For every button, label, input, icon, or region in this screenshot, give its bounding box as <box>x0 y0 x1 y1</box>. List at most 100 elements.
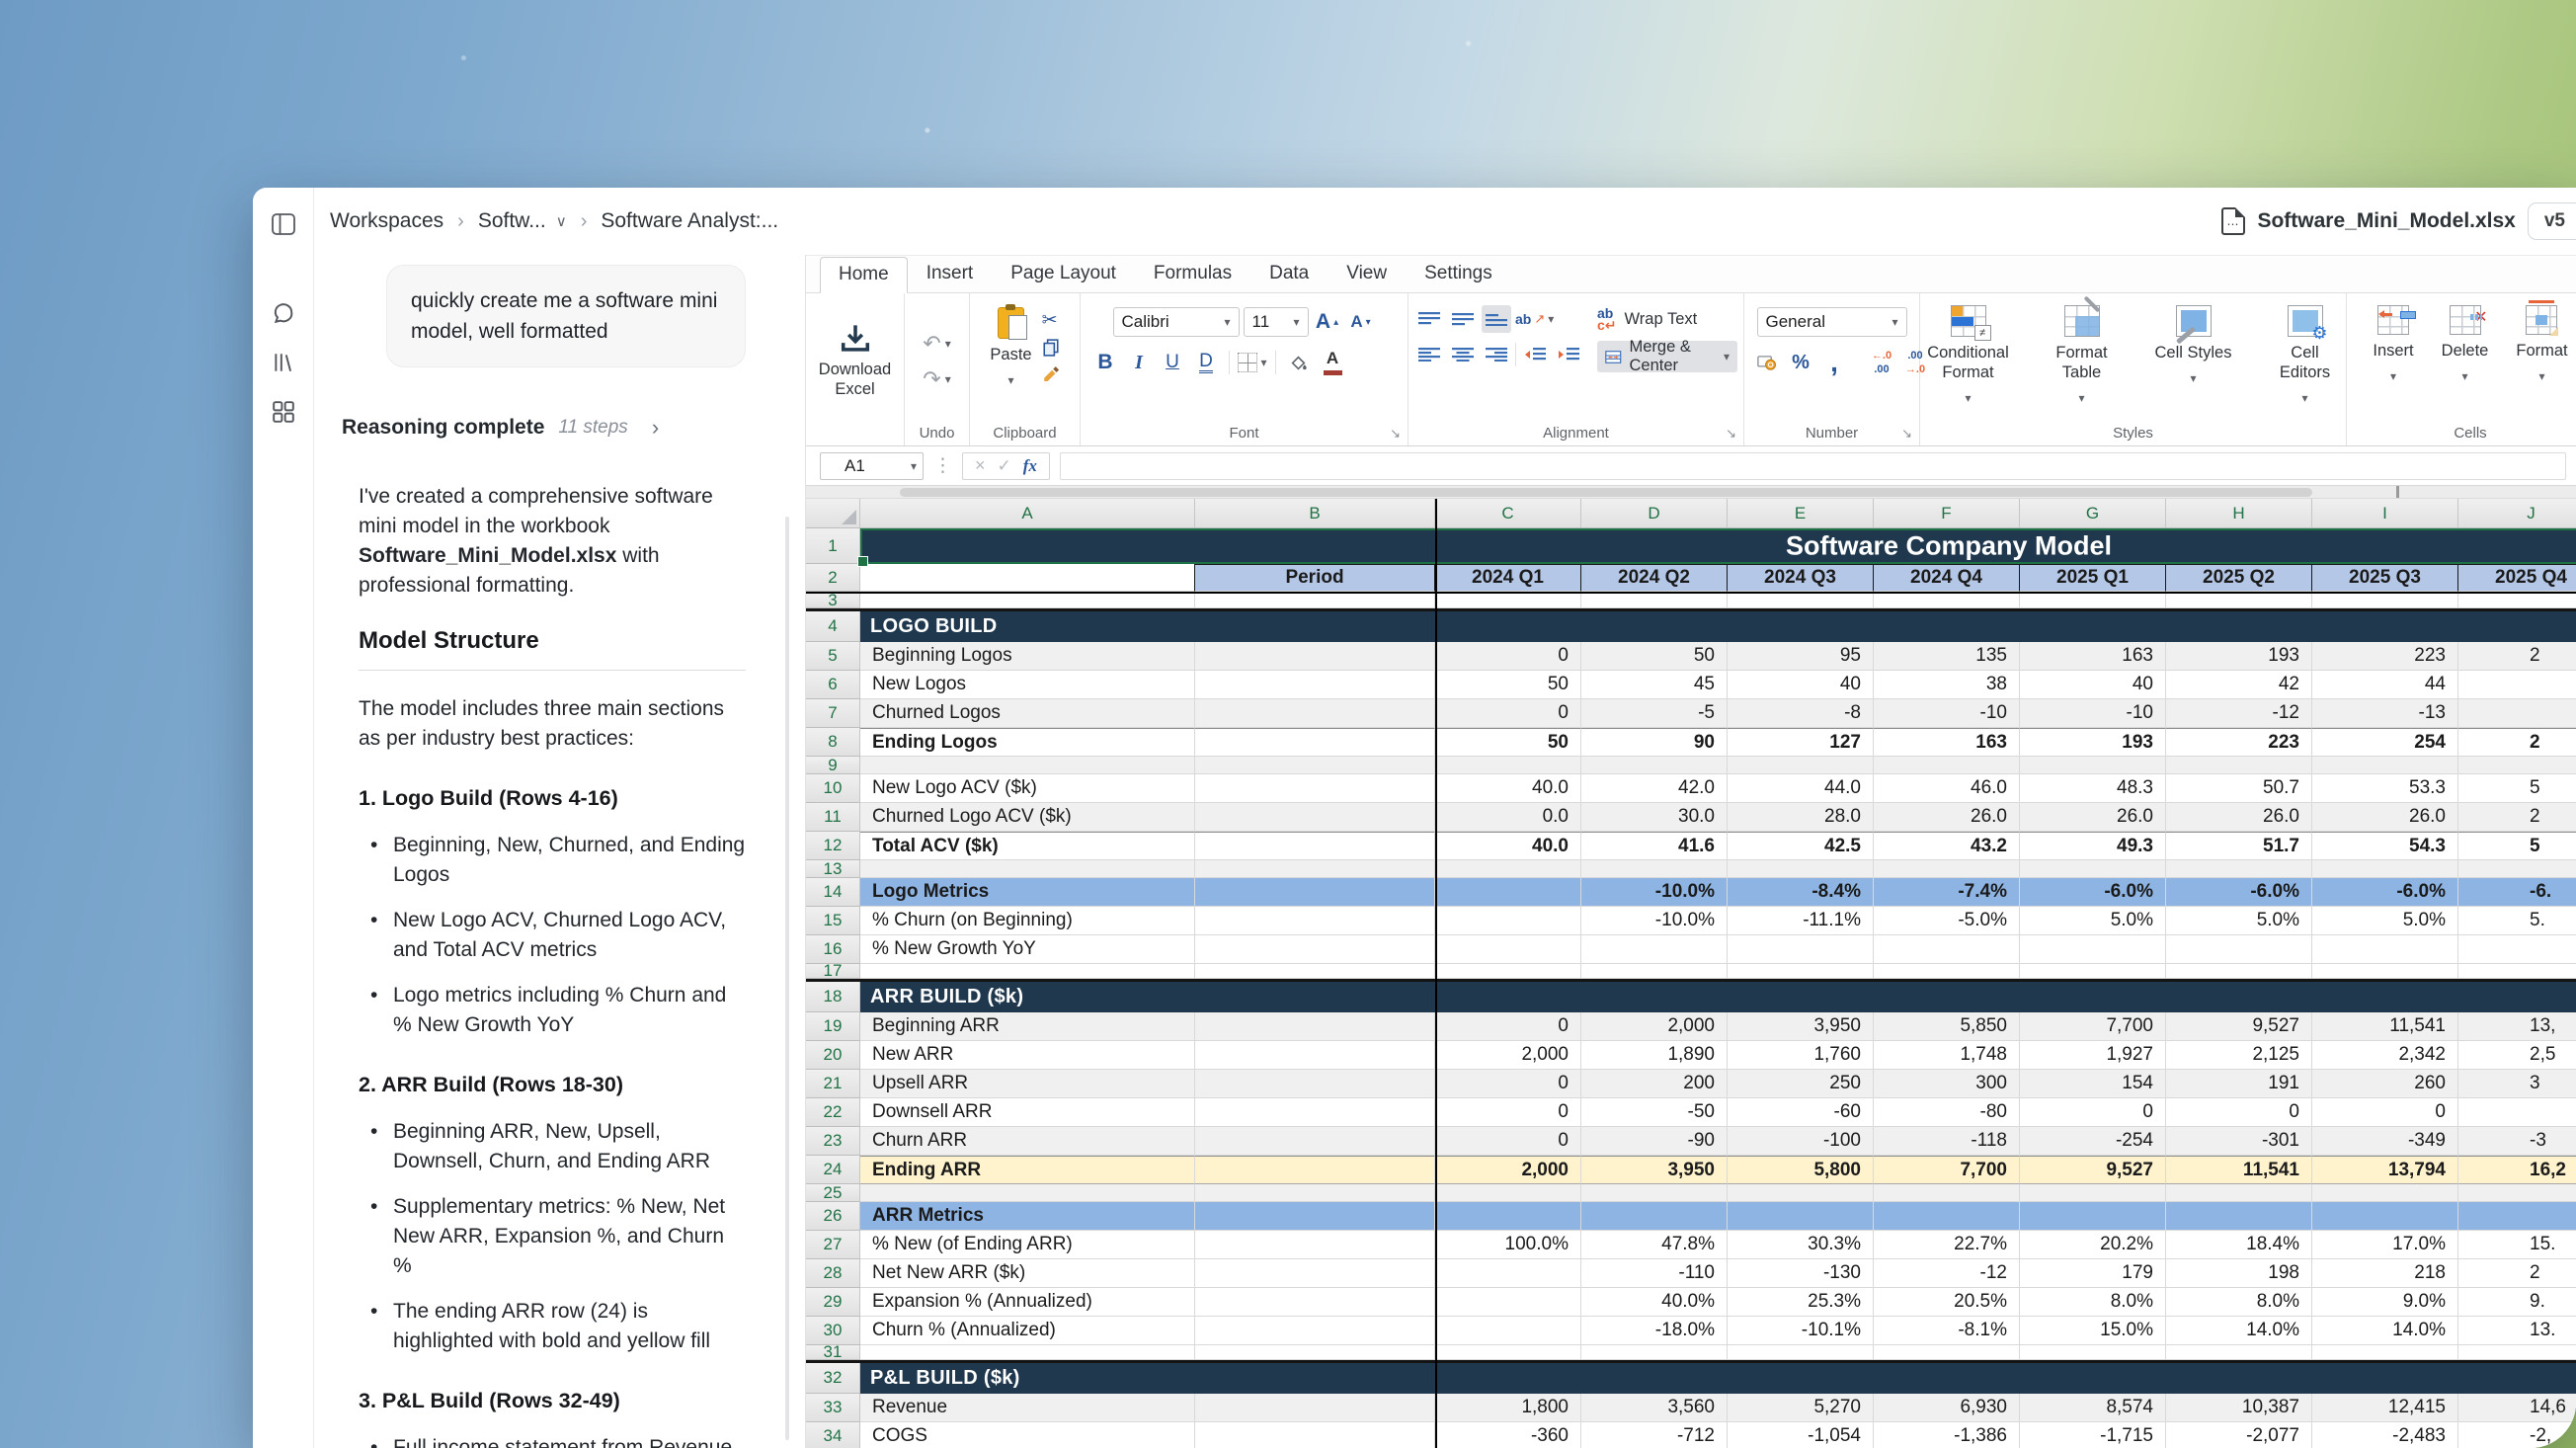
cell[interactable]: 9.0% <box>2312 1288 2458 1317</box>
cell[interactable]: 2,342 <box>2312 1041 2458 1070</box>
row-header[interactable]: 9 <box>806 757 860 774</box>
cell[interactable] <box>1195 1231 1435 1259</box>
row-header[interactable]: 24 <box>806 1156 860 1184</box>
cell[interactable] <box>1728 964 1874 979</box>
undo-dropdown-icon[interactable]: ▾ <box>945 337 951 351</box>
cell[interactable] <box>1195 832 1435 860</box>
column-header[interactable]: J <box>2458 499 2576 528</box>
cell[interactable]: 8.0% <box>2166 1288 2312 1317</box>
tab-formulas[interactable]: Formulas <box>1135 256 1250 292</box>
row-header[interactable]: 7 <box>806 699 860 728</box>
cell[interactable]: -110 <box>1581 1259 1728 1288</box>
row-header[interactable]: 18 <box>806 982 860 1012</box>
cell[interactable]: 2025 Q3 <box>2312 564 2458 592</box>
cell[interactable] <box>1195 803 1435 832</box>
cell[interactable] <box>1195 860 1435 878</box>
cell[interactable] <box>1728 757 1874 774</box>
cell[interactable]: 5,850 <box>1874 1012 2020 1041</box>
column-header[interactable]: E <box>1728 499 1874 528</box>
cell[interactable]: -60 <box>1728 1098 1874 1127</box>
cell[interactable] <box>2458 1098 2576 1127</box>
cell[interactable]: 179 <box>2020 1259 2166 1288</box>
format-painter-icon[interactable] <box>1042 363 1060 381</box>
font-color-button[interactable]: A <box>1318 349 1347 376</box>
undo-icon[interactable]: ↶ <box>923 331 940 357</box>
cell[interactable]: 50 <box>1435 728 1581 757</box>
cell[interactable]: 3,560 <box>1581 1394 1728 1422</box>
cell[interactable]: -80 <box>1874 1098 2020 1127</box>
name-box[interactable]: A1 ▾ <box>820 452 924 480</box>
row-header[interactable]: 10 <box>806 774 860 803</box>
cell[interactable]: 250 <box>1728 1070 1874 1098</box>
cell[interactable]: 0.0 <box>1435 803 1581 832</box>
cell[interactable]: Churned Logos <box>860 699 1195 728</box>
cell[interactable] <box>1581 935 1728 964</box>
cell[interactable] <box>2458 699 2576 728</box>
font-size-select[interactable]: 11▾ <box>1244 307 1309 337</box>
cell[interactable]: 7,700 <box>1874 1156 2020 1184</box>
bold-button[interactable]: B <box>1090 349 1120 376</box>
cell[interactable] <box>1195 935 1435 964</box>
copy-icon[interactable] <box>1042 339 1060 357</box>
breadcrumb-workspaces[interactable]: Workspaces <box>330 209 443 233</box>
cell[interactable]: 8.0% <box>2020 1288 2166 1317</box>
tab-settings[interactable]: Settings <box>1406 256 1511 292</box>
cell[interactable]: -18.0% <box>1581 1317 1728 1345</box>
row-header[interactable]: 16 <box>806 935 860 964</box>
cell[interactable]: 22.7% <box>1874 1231 2020 1259</box>
fill-color-button[interactable] <box>1284 349 1314 376</box>
cell[interactable] <box>2312 1345 2458 1360</box>
cell[interactable]: 49.3 <box>2020 832 2166 860</box>
wrap-text-button[interactable]: abc↵ Wrap Text <box>1597 305 1737 333</box>
cell[interactable] <box>1581 757 1728 774</box>
cell[interactable]: -5 <box>1581 699 1728 728</box>
cell[interactable] <box>1874 594 2020 608</box>
cell[interactable]: -8 <box>1728 699 1874 728</box>
cell[interactable] <box>1195 757 1435 774</box>
align-middle-button[interactable] <box>1448 305 1478 333</box>
cell[interactable]: 0 <box>1435 1098 1581 1127</box>
cell[interactable] <box>1195 1184 1435 1202</box>
cell[interactable]: 41.6 <box>1581 832 1728 860</box>
cell[interactable] <box>1195 699 1435 728</box>
cell[interactable]: New ARR <box>860 1041 1195 1070</box>
double-underline-button[interactable]: D <box>1191 349 1221 376</box>
increase-indent-button[interactable] <box>1554 341 1583 368</box>
cell[interactable]: 5.0% <box>2166 907 2312 935</box>
cell[interactable]: 44.0 <box>1728 774 1874 803</box>
cell[interactable] <box>2312 757 2458 774</box>
cell[interactable] <box>1874 757 2020 774</box>
cell[interactable] <box>1435 1345 1581 1360</box>
library-icon[interactable] <box>267 346 300 379</box>
number-format-select[interactable]: General▾ <box>1757 307 1907 337</box>
cell[interactable] <box>2166 860 2312 878</box>
row-header[interactable]: 30 <box>806 1317 860 1345</box>
cell[interactable] <box>1435 757 1581 774</box>
cell[interactable]: -8.4% <box>1728 878 1874 907</box>
cell[interactable] <box>2458 757 2576 774</box>
cell[interactable]: 20.2% <box>2020 1231 2166 1259</box>
cell[interactable]: 1,800 <box>1435 1394 1581 1422</box>
cell[interactable]: -100 <box>1728 1127 1874 1156</box>
formula-input[interactable] <box>1060 452 2566 480</box>
row-header[interactable]: 33 <box>806 1394 860 1422</box>
cell[interactable]: 100.0% <box>1435 1231 1581 1259</box>
cell[interactable] <box>1195 907 1435 935</box>
cell[interactable]: -1,715 <box>2020 1422 2166 1448</box>
row-header[interactable]: 22 <box>806 1098 860 1127</box>
cell[interactable] <box>2458 594 2576 608</box>
row-header[interactable]: 21 <box>806 1070 860 1098</box>
cell[interactable]: 42 <box>2166 671 2312 699</box>
cell[interactable]: 5. <box>2458 907 2576 935</box>
column-header[interactable]: D <box>1581 499 1728 528</box>
cell[interactable] <box>1435 907 1581 935</box>
cell[interactable]: -10.0% <box>1581 907 1728 935</box>
cell[interactable]: Churn ARR <box>860 1127 1195 1156</box>
cell[interactable]: 2,000 <box>1581 1012 1728 1041</box>
cell[interactable]: 260 <box>2312 1070 2458 1098</box>
cell[interactable] <box>1195 964 1435 979</box>
cell[interactable]: 17.0% <box>2312 1231 2458 1259</box>
cell[interactable] <box>2020 860 2166 878</box>
font-dialog-launcher[interactable]: ↘ <box>1390 426 1401 442</box>
cell[interactable]: 5,270 <box>1728 1394 1874 1422</box>
